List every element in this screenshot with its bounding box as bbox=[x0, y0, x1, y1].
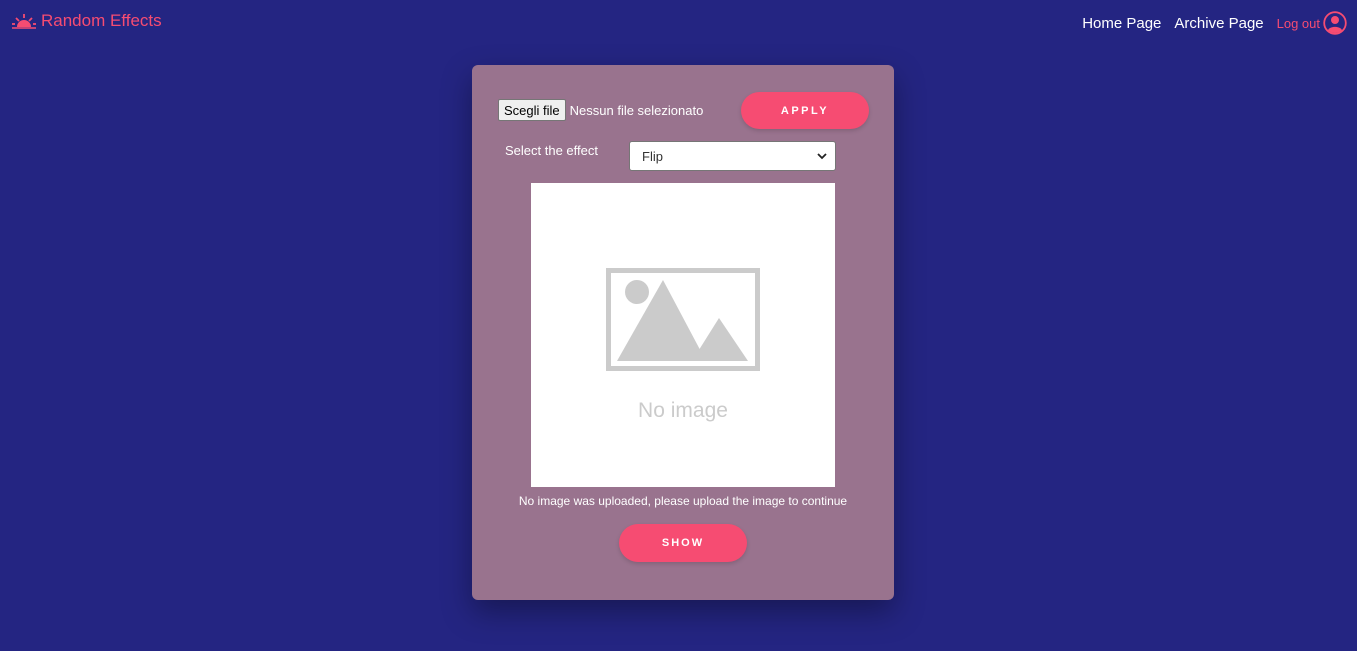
nav-home-link[interactable]: Home Page bbox=[1082, 15, 1161, 32]
navbar: Random Effects Home Page Archive Page Lo… bbox=[0, 0, 1357, 46]
effect-label: Select the effect bbox=[505, 143, 598, 158]
effect-card: Scegli file Nessun file selezionato APPL… bbox=[472, 65, 894, 600]
effect-selected-value: Flip bbox=[642, 148, 663, 164]
chevron-down-icon bbox=[817, 152, 827, 159]
file-input: Scegli file Nessun file selezionato bbox=[498, 99, 703, 121]
upload-message: No image was uploaded, please upload the… bbox=[518, 494, 848, 508]
sunrise-icon bbox=[12, 14, 36, 29]
brand-link[interactable]: Random Effects bbox=[12, 11, 162, 31]
no-image-label: No image bbox=[638, 399, 728, 422]
brand-name: Random Effects bbox=[41, 11, 162, 30]
image-placeholder-icon bbox=[606, 268, 760, 371]
image-preview: No image bbox=[531, 183, 835, 487]
show-button[interactable]: SHOW bbox=[619, 524, 747, 562]
file-status: Nessun file selezionato bbox=[569, 102, 704, 118]
apply-button[interactable]: APPLY bbox=[741, 92, 869, 129]
logout-button[interactable]: Log out bbox=[1277, 11, 1347, 35]
nav-archive-link[interactable]: Archive Page bbox=[1174, 15, 1263, 32]
logout-label: Log out bbox=[1276, 15, 1320, 31]
choose-file-button[interactable]: Scegli file bbox=[498, 99, 566, 121]
nav-links: Home Page Archive Page Log out bbox=[1082, 11, 1347, 35]
effect-select[interactable]: Flip bbox=[629, 141, 836, 171]
user-circle-icon bbox=[1323, 11, 1347, 35]
